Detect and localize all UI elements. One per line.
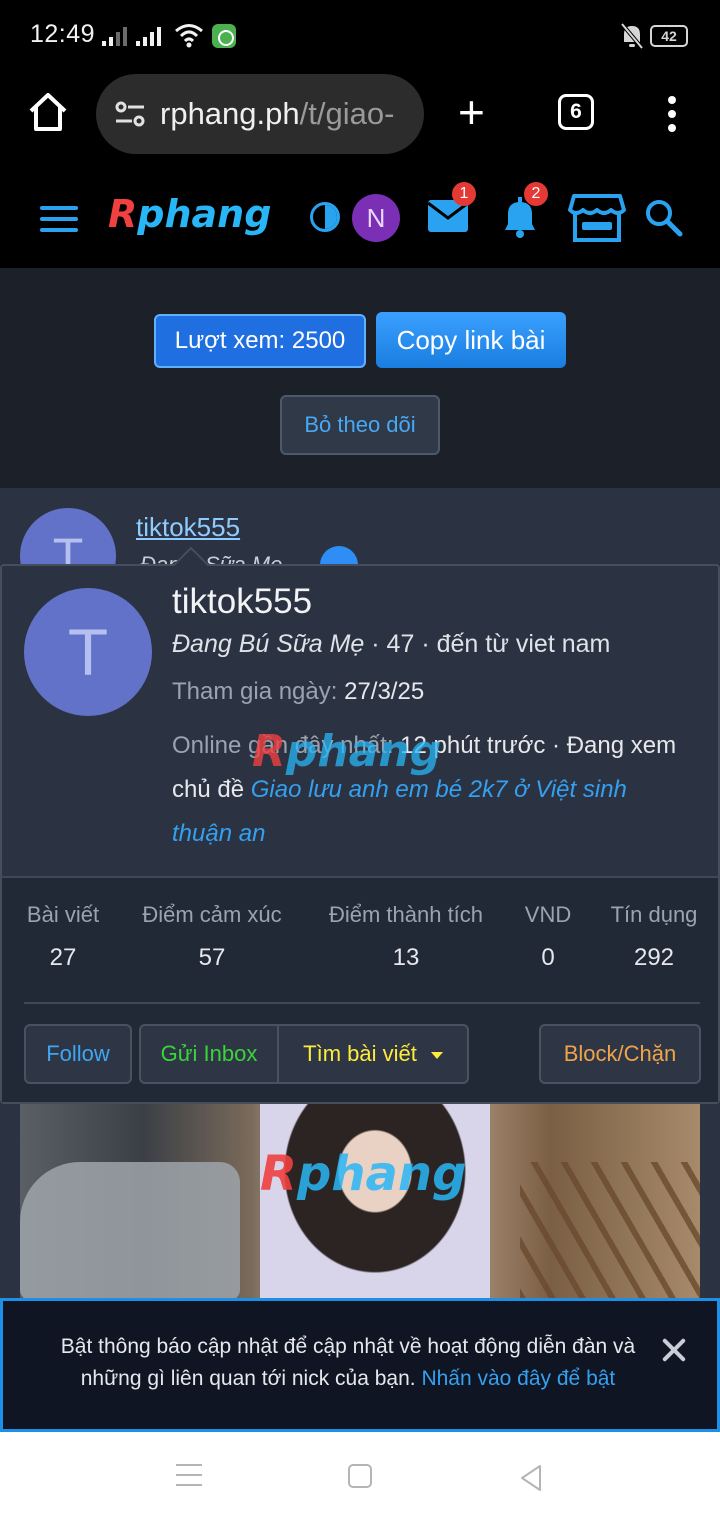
stat-label: Điểm cảm xúc (142, 902, 282, 927)
new-tab-button[interactable]: + (458, 89, 485, 135)
store-icon[interactable] (568, 192, 626, 244)
inbox-badge: 1 (452, 182, 476, 206)
stat-achievements: Điểm thành tích 13 (322, 902, 490, 972)
image-chairs (520, 1162, 700, 1300)
block-button[interactable]: Block/Chặn (539, 1024, 701, 1084)
stat-value: 0 (541, 944, 555, 971)
app-notification-icon (212, 24, 236, 48)
stat-label: Điểm thành tích (328, 902, 484, 927)
stat-credit: Tín dụng 292 (606, 902, 702, 972)
tab-switcher-button[interactable]: 6 (558, 94, 594, 130)
battery-indicator: 42 (650, 25, 688, 47)
status-time: 12:49 (30, 20, 96, 48)
find-posts-button[interactable]: Tìm bài viết (277, 1024, 469, 1084)
member-info-line: Đang Bú Sữa Mẹ · 47 · đến từ viet nam (172, 630, 610, 659)
image-scooter (20, 1162, 240, 1300)
image-watermark-logo: Rphang (260, 1146, 467, 1202)
bell-muted-icon (620, 22, 644, 50)
search-icon[interactable] (644, 198, 684, 238)
views-button[interactable]: Lượt xem: 2500 (154, 314, 366, 368)
member-joined: Tham gia ngày: 27/3/25 (172, 678, 424, 706)
browser-toolbar: rphang.ph/t/giao- + 6 (0, 70, 720, 170)
stat-value: 13 (392, 944, 420, 971)
stat-value: 57 (198, 944, 226, 971)
stat-reactions: Điểm cảm xúc 57 (136, 902, 288, 972)
stat-vnd: VND 0 (522, 902, 574, 972)
joined-label: Tham gia ngày: (172, 678, 345, 705)
more-menu-icon[interactable] (660, 94, 684, 134)
stat-label: Bài viết (26, 902, 100, 927)
stat-label: Tín dụng (610, 902, 698, 927)
stat-label: VND (524, 902, 572, 927)
push-notification-banner: Bật thông báo cập nhật để cập nhật về ho… (0, 1298, 720, 1432)
post-username-link[interactable]: tiktok555 (136, 512, 240, 543)
send-inbox-button[interactable]: Gửi Inbox (139, 1024, 279, 1084)
chevron-down-icon (430, 1051, 443, 1059)
stat-posts: Bài viết 27 (24, 902, 102, 972)
thread-tools: Lượt xem: 2500 Copy link bài Bỏ theo dõi (0, 268, 720, 488)
member-age-location: · 47 · đến từ viet nam (364, 630, 611, 658)
member-username[interactable]: tiktok555 (172, 582, 312, 622)
popup-watermark-logo: Rphang (252, 726, 442, 777)
notification-message: Bật thông báo cập nhật để cập nhật về ho… (33, 1331, 663, 1395)
enable-notifications-link[interactable]: Nhấn vào đây để bật (421, 1367, 615, 1390)
site-settings-icon[interactable] (114, 100, 146, 128)
home-nav-icon[interactable] (348, 1464, 372, 1488)
back-icon[interactable] (518, 1464, 544, 1492)
system-nav-bar (0, 1432, 720, 1520)
follow-button[interactable]: Follow (24, 1024, 132, 1084)
member-stats: Bài viết 27 Điểm cảm xúc 57 Điểm thành t… (2, 876, 718, 1102)
recent-apps-icon[interactable] (176, 1464, 202, 1486)
find-posts-label: Tìm bài viết (303, 1041, 417, 1066)
stat-value: 27 (49, 944, 77, 971)
url-host: rphang.ph (160, 96, 300, 131)
site-logo[interactable]: Rphang (108, 192, 271, 236)
url-text: rphang.ph/t/giao- (160, 96, 394, 132)
alerts-badge: 2 (524, 182, 548, 206)
close-icon[interactable] (659, 1335, 689, 1365)
copy-link-button[interactable]: Copy link bài (376, 312, 566, 368)
signal-icon (102, 26, 130, 46)
home-icon[interactable] (26, 90, 70, 134)
user-avatar[interactable]: N (352, 194, 400, 242)
member-avatar[interactable]: T (24, 588, 152, 716)
post-image[interactable]: Rphang (20, 1102, 700, 1300)
theme-toggle-icon[interactable] (310, 202, 340, 232)
address-bar[interactable]: rphang.ph/t/giao- (96, 74, 424, 154)
joined-value: 27/3/25 (344, 678, 425, 705)
url-path: /t/giao- (299, 96, 395, 131)
wifi-icon (175, 24, 203, 48)
unfollow-button[interactable]: Bỏ theo dõi (280, 395, 440, 455)
signal-icon-2 (136, 26, 164, 46)
stat-value: 292 (633, 944, 675, 971)
member-card-popup: T tiktok555 Đang Bú Sữa Mẹ · 47 · đến từ… (0, 546, 720, 1104)
menu-icon[interactable] (40, 206, 78, 232)
stats-divider (24, 1002, 700, 1004)
member-title: Đang Bú Sữa Mẹ (172, 630, 365, 658)
site-header: Rphang N 1 2 (0, 170, 720, 268)
status-bar: 12:49 42 (0, 0, 720, 70)
